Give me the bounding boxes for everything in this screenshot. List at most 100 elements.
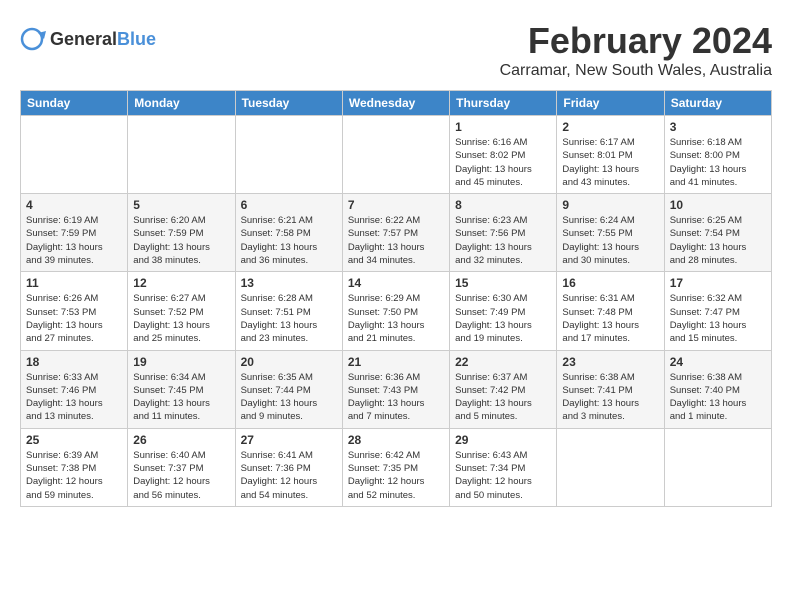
day-number: 2 bbox=[562, 120, 658, 134]
day-number: 17 bbox=[670, 276, 766, 290]
calendar-week-row: 11 Sunrise: 6:26 AM Sunset: 7:53 PM Dayli… bbox=[21, 272, 772, 350]
day-info: Sunrise: 6:38 AM Sunset: 7:40 PM Dayligh… bbox=[670, 371, 766, 424]
day-info: Sunrise: 6:16 AM Sunset: 8:02 PM Dayligh… bbox=[455, 136, 551, 189]
calendar-day-cell: 28 Sunrise: 6:42 AM Sunset: 7:35 PM Dayli… bbox=[342, 428, 449, 506]
calendar-week-row: 25Sunrise: 6:39 AM Sunset: 7:38 PM Dayli… bbox=[21, 428, 772, 506]
day-number: 8 bbox=[455, 198, 551, 212]
day-number: 16 bbox=[562, 276, 658, 290]
calendar-day-cell: 27 Sunrise: 6:41 AM Sunset: 7:36 PM Dayli… bbox=[235, 428, 342, 506]
calendar-day-cell: 25Sunrise: 6:39 AM Sunset: 7:38 PM Dayli… bbox=[21, 428, 128, 506]
calendar-day-cell: 10Sunrise: 6:25 AM Sunset: 7:54 PM Dayli… bbox=[664, 194, 771, 272]
day-number: 7 bbox=[348, 198, 444, 212]
calendar-empty-cell bbox=[235, 116, 342, 194]
day-number: 13 bbox=[241, 276, 337, 290]
calendar-day-cell: 29 Sunrise: 6:43 AM Sunset: 7:34 PM Dayli… bbox=[450, 428, 557, 506]
calendar-day-cell: 18Sunrise: 6:33 AM Sunset: 7:46 PM Dayli… bbox=[21, 350, 128, 428]
logo: GeneralBlue bbox=[20, 25, 156, 53]
calendar-day-cell: 20 Sunrise: 6:35 AM Sunset: 7:44 PM Dayli… bbox=[235, 350, 342, 428]
weekday-header: Saturday bbox=[664, 91, 771, 116]
day-number: 23 bbox=[562, 355, 658, 369]
calendar-empty-cell bbox=[128, 116, 235, 194]
day-info: Sunrise: 6:26 AM Sunset: 7:53 PM Dayligh… bbox=[26, 292, 122, 345]
weekday-header: Wednesday bbox=[342, 91, 449, 116]
day-number: 28 bbox=[348, 433, 444, 447]
calendar-day-cell: 16 Sunrise: 6:31 AM Sunset: 7:48 PM Dayli… bbox=[557, 272, 664, 350]
day-number: 5 bbox=[133, 198, 229, 212]
calendar-day-cell: 15 Sunrise: 6:30 AM Sunset: 7:49 PM Dayli… bbox=[450, 272, 557, 350]
calendar-day-cell: 19 Sunrise: 6:34 AM Sunset: 7:45 PM Dayli… bbox=[128, 350, 235, 428]
day-number: 21 bbox=[348, 355, 444, 369]
day-info: Sunrise: 6:41 AM Sunset: 7:36 PM Dayligh… bbox=[241, 449, 337, 502]
weekday-header: Friday bbox=[557, 91, 664, 116]
calendar-day-cell: 17 Sunrise: 6:32 AM Sunset: 7:47 PM Dayli… bbox=[664, 272, 771, 350]
day-number: 12 bbox=[133, 276, 229, 290]
day-info: Sunrise: 6:39 AM Sunset: 7:38 PM Dayligh… bbox=[26, 449, 122, 502]
day-info: Sunrise: 6:19 AM Sunset: 7:59 PM Dayligh… bbox=[26, 214, 122, 267]
calendar-week-row: 18Sunrise: 6:33 AM Sunset: 7:46 PM Dayli… bbox=[21, 350, 772, 428]
calendar-empty-cell bbox=[557, 428, 664, 506]
calendar-day-cell: 23 Sunrise: 6:38 AM Sunset: 7:41 PM Dayli… bbox=[557, 350, 664, 428]
page-header: GeneralBlue February 2024 Carramar, New … bbox=[20, 20, 772, 80]
day-info: Sunrise: 6:21 AM Sunset: 7:58 PM Dayligh… bbox=[241, 214, 337, 267]
day-number: 1 bbox=[455, 120, 551, 134]
day-number: 18 bbox=[26, 355, 122, 369]
calendar-day-cell: 6 Sunrise: 6:21 AM Sunset: 7:58 PM Daylig… bbox=[235, 194, 342, 272]
day-number: 9 bbox=[562, 198, 658, 212]
day-info: Sunrise: 6:23 AM Sunset: 7:56 PM Dayligh… bbox=[455, 214, 551, 267]
calendar-day-cell: 14 Sunrise: 6:29 AM Sunset: 7:50 PM Dayli… bbox=[342, 272, 449, 350]
day-info: Sunrise: 6:36 AM Sunset: 7:43 PM Dayligh… bbox=[348, 371, 444, 424]
calendar-day-cell: 12 Sunrise: 6:27 AM Sunset: 7:52 PM Dayli… bbox=[128, 272, 235, 350]
day-info: Sunrise: 6:28 AM Sunset: 7:51 PM Dayligh… bbox=[241, 292, 337, 345]
calendar-week-row: 1 Sunrise: 6:16 AM Sunset: 8:02 PM Daylig… bbox=[21, 116, 772, 194]
calendar-week-row: 4 Sunrise: 6:19 AM Sunset: 7:59 PM Daylig… bbox=[21, 194, 772, 272]
day-number: 19 bbox=[133, 355, 229, 369]
calendar-day-cell: 3 Sunrise: 6:18 AM Sunset: 8:00 PM Daylig… bbox=[664, 116, 771, 194]
day-info: Sunrise: 6:29 AM Sunset: 7:50 PM Dayligh… bbox=[348, 292, 444, 345]
day-number: 15 bbox=[455, 276, 551, 290]
day-number: 29 bbox=[455, 433, 551, 447]
month-title: February 2024 bbox=[500, 20, 772, 62]
calendar-day-cell: 5 Sunrise: 6:20 AM Sunset: 7:59 PM Daylig… bbox=[128, 194, 235, 272]
weekday-header: Tuesday bbox=[235, 91, 342, 116]
calendar-empty-cell bbox=[342, 116, 449, 194]
location-title: Carramar, New South Wales, Australia bbox=[500, 62, 772, 80]
calendar-day-cell: 2 Sunrise: 6:17 AM Sunset: 8:01 PM Daylig… bbox=[557, 116, 664, 194]
day-info: Sunrise: 6:22 AM Sunset: 7:57 PM Dayligh… bbox=[348, 214, 444, 267]
day-info: Sunrise: 6:38 AM Sunset: 7:41 PM Dayligh… bbox=[562, 371, 658, 424]
weekday-header: Sunday bbox=[21, 91, 128, 116]
day-info: Sunrise: 6:35 AM Sunset: 7:44 PM Dayligh… bbox=[241, 371, 337, 424]
day-info: Sunrise: 6:42 AM Sunset: 7:35 PM Dayligh… bbox=[348, 449, 444, 502]
day-info: Sunrise: 6:31 AM Sunset: 7:48 PM Dayligh… bbox=[562, 292, 658, 345]
calendar-day-cell: 7 Sunrise: 6:22 AM Sunset: 7:57 PM Daylig… bbox=[342, 194, 449, 272]
day-info: Sunrise: 6:20 AM Sunset: 7:59 PM Dayligh… bbox=[133, 214, 229, 267]
day-info: Sunrise: 6:40 AM Sunset: 7:37 PM Dayligh… bbox=[133, 449, 229, 502]
day-info: Sunrise: 6:30 AM Sunset: 7:49 PM Dayligh… bbox=[455, 292, 551, 345]
logo-general-text: General bbox=[50, 29, 117, 49]
day-info: Sunrise: 6:32 AM Sunset: 7:47 PM Dayligh… bbox=[670, 292, 766, 345]
day-number: 6 bbox=[241, 198, 337, 212]
calendar-day-cell: 26 Sunrise: 6:40 AM Sunset: 7:37 PM Dayli… bbox=[128, 428, 235, 506]
day-number: 3 bbox=[670, 120, 766, 134]
day-info: Sunrise: 6:25 AM Sunset: 7:54 PM Dayligh… bbox=[670, 214, 766, 267]
day-number: 4 bbox=[26, 198, 122, 212]
day-number: 26 bbox=[133, 433, 229, 447]
day-info: Sunrise: 6:17 AM Sunset: 8:01 PM Dayligh… bbox=[562, 136, 658, 189]
day-number: 22 bbox=[455, 355, 551, 369]
calendar-day-cell: 9Sunrise: 6:24 AM Sunset: 7:55 PM Daylig… bbox=[557, 194, 664, 272]
day-number: 27 bbox=[241, 433, 337, 447]
day-info: Sunrise: 6:27 AM Sunset: 7:52 PM Dayligh… bbox=[133, 292, 229, 345]
day-info: Sunrise: 6:43 AM Sunset: 7:34 PM Dayligh… bbox=[455, 449, 551, 502]
title-section: February 2024 Carramar, New South Wales,… bbox=[500, 20, 772, 80]
logo-blue-text: Blue bbox=[117, 29, 156, 49]
day-number: 14 bbox=[348, 276, 444, 290]
day-info: Sunrise: 6:34 AM Sunset: 7:45 PM Dayligh… bbox=[133, 371, 229, 424]
calendar-day-cell: 11 Sunrise: 6:26 AM Sunset: 7:53 PM Dayli… bbox=[21, 272, 128, 350]
day-number: 24 bbox=[670, 355, 766, 369]
logo-icon bbox=[20, 25, 48, 53]
day-number: 11 bbox=[26, 276, 122, 290]
weekday-header: Thursday bbox=[450, 91, 557, 116]
day-number: 20 bbox=[241, 355, 337, 369]
calendar-day-cell: 4 Sunrise: 6:19 AM Sunset: 7:59 PM Daylig… bbox=[21, 194, 128, 272]
calendar-day-cell: 8 Sunrise: 6:23 AM Sunset: 7:56 PM Daylig… bbox=[450, 194, 557, 272]
day-info: Sunrise: 6:18 AM Sunset: 8:00 PM Dayligh… bbox=[670, 136, 766, 189]
